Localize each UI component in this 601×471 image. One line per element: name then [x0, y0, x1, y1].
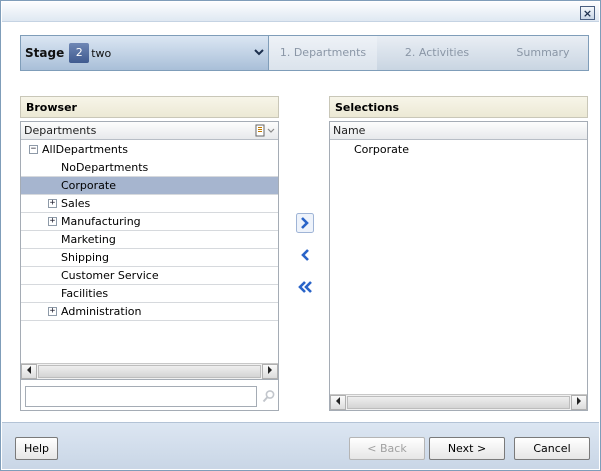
- stage-train: Stage 2 two 1. Departments 2. Activities…: [20, 35, 589, 71]
- tree-row-label: Marketing: [61, 233, 116, 246]
- column-menu-icon[interactable]: [255, 124, 275, 137]
- tree-row-label: Manufacturing: [61, 215, 141, 228]
- tree-row-label: Shipping: [61, 251, 109, 264]
- arrow-left-icon: [336, 397, 340, 405]
- tree-row-label: Administration: [61, 305, 142, 318]
- expand-icon[interactable]: +: [48, 199, 57, 208]
- tree-row-nodepartments[interactable]: NoDepartments: [21, 159, 278, 177]
- scroll-right-button[interactable]: [571, 395, 587, 410]
- train-step-activities[interactable]: 2. Activities: [377, 36, 497, 70]
- tree-row-alldepartments[interactable]: − AllDepartments: [21, 141, 278, 159]
- move-all-left-button[interactable]: [293, 276, 317, 298]
- selections-panel-title: Selections: [329, 96, 588, 118]
- tree-row-shipping[interactable]: Shipping: [21, 249, 278, 267]
- cancel-button[interactable]: Cancel: [514, 437, 590, 460]
- browser-search-area: [20, 380, 279, 411]
- tree-row-customer-service[interactable]: Customer Service: [21, 267, 278, 285]
- tree-row-manufacturing[interactable]: + Manufacturing: [21, 213, 278, 231]
- expand-icon[interactable]: +: [48, 217, 57, 226]
- close-button[interactable]: ×: [580, 6, 595, 20]
- title-bar: ×: [2, 2, 599, 22]
- arrow-right-icon: [268, 366, 272, 374]
- chevron-down-icon: [254, 49, 264, 56]
- name-column-label: Name: [333, 124, 366, 137]
- stage-dropdown[interactable]: Stage 2 two: [21, 36, 269, 70]
- search-input[interactable]: [25, 386, 257, 407]
- back-button[interactable]: < Back: [349, 437, 425, 460]
- search-icon[interactable]: [262, 389, 276, 403]
- browser-panel-title: Browser: [20, 96, 279, 118]
- browser-tree: Departments − AllDepartments NoDepartmen…: [20, 121, 279, 380]
- dialog-footer: Help < Back Next > Cancel: [2, 422, 599, 469]
- tree-row-label: NoDepartments: [61, 161, 149, 174]
- arrow-left-icon: [27, 366, 31, 374]
- help-button[interactable]: Help: [15, 437, 58, 460]
- tree-row-facilities[interactable]: Facilities: [21, 285, 278, 303]
- selections-horizontal-scrollbar[interactable]: [330, 394, 587, 410]
- selections-list: Name Corporate: [329, 121, 588, 411]
- stage-name: two: [91, 46, 112, 60]
- scroll-left-button[interactable]: [330, 395, 346, 410]
- chevron-right-icon: [296, 213, 314, 233]
- selections-column-header: Name: [330, 122, 587, 140]
- train-step-departments[interactable]: 1. Departments: [269, 36, 377, 70]
- move-left-button[interactable]: [293, 244, 317, 266]
- tree-row-sales[interactable]: + Sales: [21, 195, 278, 213]
- move-right-button[interactable]: [293, 212, 317, 234]
- stage-number-badge: 2: [69, 43, 90, 63]
- double-chevron-left-icon: [298, 281, 312, 293]
- tree-row-label: Facilities: [61, 287, 109, 300]
- chevron-left-icon: [301, 249, 309, 261]
- tree-row-corporate[interactable]: Corporate: [21, 177, 278, 195]
- tree-row-label: Sales: [61, 197, 91, 210]
- scroll-thumb[interactable]: [347, 396, 570, 409]
- collapse-icon[interactable]: −: [29, 145, 38, 154]
- next-button[interactable]: Next >: [429, 437, 505, 460]
- arrow-right-icon: [577, 397, 581, 405]
- tree-row-marketing[interactable]: Marketing: [21, 231, 278, 249]
- scroll-left-button[interactable]: [21, 364, 37, 379]
- stage-label: Stage: [25, 46, 65, 60]
- expand-icon[interactable]: +: [48, 307, 57, 316]
- browser-horizontal-scrollbar[interactable]: [21, 363, 278, 379]
- close-icon: ×: [582, 6, 593, 20]
- dialog-window: × Stage 2 two 1. Departments 2. Activiti…: [0, 0, 601, 471]
- scroll-thumb[interactable]: [38, 365, 261, 378]
- tree-row-label: AllDepartments: [42, 143, 128, 156]
- browser-column-header: Departments: [21, 122, 278, 140]
- tree-row-label: Customer Service: [61, 269, 159, 282]
- selection-row-label: Corporate: [354, 143, 409, 156]
- selection-row-corporate[interactable]: Corporate: [330, 141, 587, 159]
- departments-column-label: Departments: [24, 124, 97, 137]
- scroll-right-button[interactable]: [262, 364, 278, 379]
- tree-row-administration[interactable]: + Administration: [21, 303, 278, 321]
- train-step-summary[interactable]: Summary: [497, 36, 589, 70]
- tree-row-label: Corporate: [61, 179, 116, 192]
